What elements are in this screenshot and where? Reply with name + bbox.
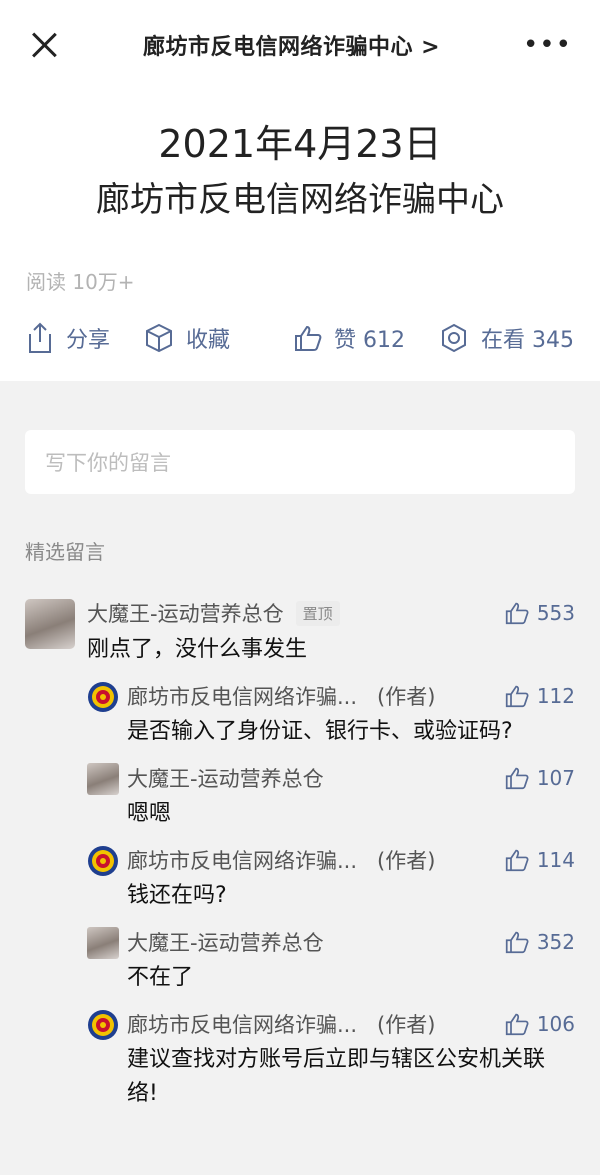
police-badge-icon[interactable]: [87, 681, 119, 713]
reply-list: 廊坊市反电信网络诈骗... (作者) 112 是否输入了身份证、银行卡、或验证码…: [87, 681, 575, 1111]
reply-item: 廊坊市反电信网络诈骗... (作者) 112 是否输入了身份证、银行卡、或验证码…: [87, 681, 575, 749]
thumbs-up-icon: [505, 602, 529, 625]
author-tag: (作者): [377, 685, 436, 709]
reply-like-count: 352: [536, 930, 575, 954]
close-icon[interactable]: [28, 29, 60, 61]
comment-item: 大魔王-运动营养总仓 置顶 553 刚点了，没什么事发生: [25, 599, 575, 667]
reply-item: 廊坊市反电信网络诈骗... (作者) 114 钱还在吗?: [87, 845, 575, 913]
share-label: 分享: [66, 328, 111, 353]
reply-text: 建议查找对方账号后立即与辖区公安机关联络!: [127, 1047, 546, 1106]
reply-item: 大魔王-运动营养总仓 107 嗯嗯: [87, 763, 575, 831]
avatar[interactable]: [87, 763, 119, 795]
article-title: 廊坊市反电信网络诈骗中心: [96, 180, 504, 220]
thumbs-up-icon: [295, 325, 322, 351]
reply-like-button[interactable]: 114: [505, 848, 575, 872]
account-title-link[interactable]: 廊坊市反电信网络诈骗中心 >: [143, 29, 440, 61]
comment-author[interactable]: 大魔王-运动营养总仓: [87, 598, 284, 628]
reply-author[interactable]: 廊坊市反电信网络诈骗...: [127, 681, 357, 711]
avatar[interactable]: [87, 927, 119, 959]
reply-like-button[interactable]: 106: [505, 1012, 575, 1036]
comment-like-count: 553: [536, 601, 575, 625]
reply-like-button[interactable]: 352: [505, 930, 575, 954]
thumbs-up-icon: [505, 1013, 529, 1036]
thumbs-up-icon: [505, 685, 529, 708]
article-headline: 2021年4月23日 廊坊市反电信网络诈骗中心: [0, 90, 600, 228]
read-count: 阅读 10万+: [26, 270, 135, 294]
comment-like-button[interactable]: 553: [505, 601, 575, 625]
article-header: 廊坊市反电信网络诈骗中心 > ••• 2021年4月23日 廊坊市反电信网络诈骗…: [0, 0, 600, 381]
pinned-badge: 置顶: [295, 600, 340, 626]
watching-button[interactable]: 在看 345: [439, 322, 574, 354]
share-icon: [29, 322, 51, 353]
reply-item: 廊坊市反电信网络诈骗... (作者) 106 建议查找对方账号后立即与辖区公安机…: [87, 1009, 575, 1111]
reply-text: 钱还在吗?: [127, 883, 227, 908]
reply-author[interactable]: 廊坊市反电信网络诈骗...: [127, 1009, 357, 1039]
reply-author[interactable]: 廊坊市反电信网络诈骗...: [127, 845, 357, 875]
thumbs-up-icon: [505, 767, 529, 790]
comment-input[interactable]: 写下你的留言: [25, 430, 575, 494]
watching-count: 在看 345: [481, 328, 574, 353]
comment-list: 大魔王-运动营养总仓 置顶 553 刚点了，没什么事发生 廊坊市反电信网络诈骗.…: [0, 565, 600, 1111]
reply-like-count: 112: [536, 684, 575, 708]
thumbs-up-icon: [505, 849, 529, 872]
favorite-button[interactable]: 收藏: [144, 322, 230, 354]
watching-icon: [442, 323, 466, 353]
comment-text: 刚点了，没什么事发生: [87, 637, 308, 662]
reply-text: 是否输入了身份证、银行卡、或验证码?: [127, 719, 513, 744]
like-count: 赞 612: [334, 328, 405, 353]
share-button[interactable]: 分享: [26, 322, 110, 354]
avatar[interactable]: [25, 599, 75, 649]
reply-author[interactable]: 大魔王-运动营养总仓: [127, 927, 324, 957]
featured-comments-label: 精选留言: [25, 540, 105, 564]
author-tag: (作者): [377, 1013, 436, 1037]
reply-like-count: 106: [536, 1012, 575, 1036]
like-button[interactable]: 赞 612: [294, 322, 405, 354]
thumbs-up-icon: [505, 931, 529, 954]
police-badge-icon[interactable]: [87, 1009, 119, 1041]
cube-icon: [146, 323, 173, 353]
more-icon[interactable]: •••: [523, 32, 572, 58]
reply-author[interactable]: 大魔王-运动营养总仓: [127, 763, 324, 793]
favorite-label: 收藏: [186, 328, 231, 353]
reply-like-count: 114: [536, 848, 575, 872]
reply-text: 嗯嗯: [127, 801, 172, 826]
reply-like-count: 107: [536, 766, 575, 790]
reply-item: 大魔王-运动营养总仓 352 不在了: [87, 927, 575, 995]
nav-bar: 廊坊市反电信网络诈骗中心 > •••: [0, 0, 600, 90]
action-bar: 分享 收藏 赞 612 在看 345: [0, 295, 600, 381]
reply-text: 不在了: [127, 965, 194, 990]
reply-like-button[interactable]: 112: [505, 684, 575, 708]
author-tag: (作者): [377, 849, 436, 873]
reply-like-button[interactable]: 107: [505, 766, 575, 790]
police-badge-icon[interactable]: [87, 845, 119, 877]
article-date: 2021年4月23日: [158, 122, 442, 166]
